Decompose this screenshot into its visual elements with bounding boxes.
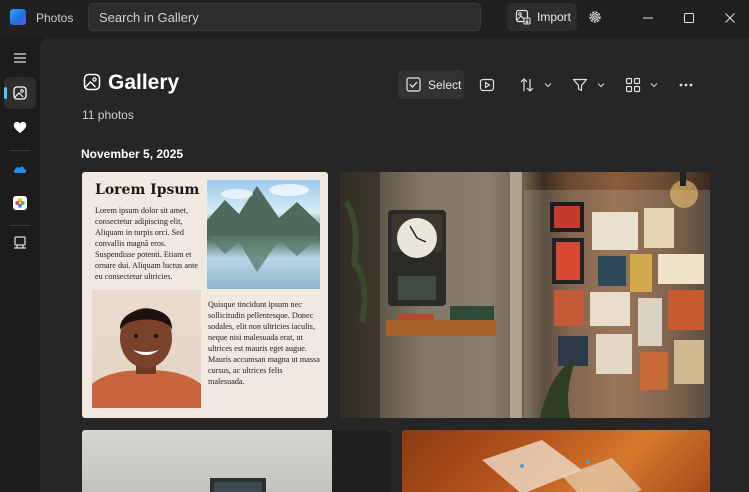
portrait-drawing — [92, 308, 201, 408]
chevron-down-icon[interactable] — [596, 80, 606, 90]
filter-icon[interactable] — [572, 77, 588, 93]
maximize-icon[interactable] — [679, 8, 699, 28]
lake-mountain-image — [207, 180, 320, 289]
sidebar-divider — [10, 150, 30, 151]
photo-thumbnail-document[interactable]: Lorem Ipsum Lorem ipsum dolor sit amet, … — [82, 172, 328, 418]
sidebar-item-onedrive[interactable] — [4, 153, 36, 185]
sidebar-item-this-pc[interactable] — [4, 227, 36, 259]
search-placeholder: Search in Gallery — [99, 10, 199, 25]
photos-app-icon — [10, 9, 26, 25]
hamburger-icon — [14, 53, 26, 63]
sidebar — [0, 38, 40, 492]
title-bar: Photos Search in Gallery Import — [0, 0, 749, 38]
heart-icon — [13, 121, 27, 133]
document-paragraph-1: Lorem ipsum dolor sit amet, consectetur … — [95, 206, 198, 281]
minimize-icon[interactable] — [638, 8, 658, 28]
chevron-down-icon[interactable] — [649, 80, 659, 90]
document-title: Lorem Ipsum — [95, 182, 200, 198]
photo-thumbnail-bottom-right[interactable] — [402, 430, 710, 492]
date-group-header: November 5, 2025 — [81, 147, 184, 161]
settings-gear-icon[interactable] — [587, 9, 603, 25]
bottom-left-photo-drawing — [210, 430, 390, 492]
sidebar-item-favorites[interactable] — [4, 111, 36, 143]
sidebar-item-gallery[interactable] — [4, 77, 36, 109]
import-button[interactable]: Import — [507, 3, 577, 31]
menu-toggle-button[interactable] — [4, 42, 36, 74]
bottom-right-photo-drawing — [482, 440, 642, 492]
room-drawing — [340, 172, 710, 418]
more-options-icon[interactable] — [678, 77, 694, 93]
active-indicator — [4, 87, 7, 99]
import-icon — [515, 9, 531, 25]
gallery-icon — [13, 86, 27, 100]
chevron-down-icon[interactable] — [543, 80, 553, 90]
gallery-view: Gallery 11 photos Select November 5, 202… — [40, 38, 749, 492]
sidebar-divider — [10, 225, 30, 226]
checkbox-icon — [406, 77, 421, 92]
portrait-image — [92, 290, 201, 408]
mountain-drawing — [207, 184, 320, 272]
import-label: Import — [537, 10, 572, 24]
icloud-photos-icon — [13, 196, 27, 210]
sidebar-item-icloud-photos[interactable] — [4, 187, 36, 219]
photo-thumbnail-room[interactable] — [340, 172, 710, 418]
onedrive-cloud-icon — [13, 166, 27, 173]
select-button[interactable]: Select — [398, 70, 464, 99]
photo-count: 11 photos — [82, 108, 134, 122]
page-title: Gallery — [108, 71, 180, 94]
sort-icon[interactable] — [519, 77, 535, 93]
view-layout-icon[interactable] — [625, 77, 641, 93]
close-icon[interactable] — [720, 8, 740, 28]
photo-thumbnail-bottom-left[interactable] — [82, 430, 390, 492]
search-input[interactable]: Search in Gallery — [88, 3, 481, 31]
computer-icon — [14, 236, 26, 249]
slideshow-icon[interactable] — [479, 77, 495, 93]
gallery-title-icon — [83, 73, 101, 91]
app-title: Photos — [36, 11, 74, 25]
select-label: Select — [428, 78, 462, 92]
document-paragraph-2: Quisque tincidunt ipsum nec sollicitudin… — [208, 300, 320, 386]
